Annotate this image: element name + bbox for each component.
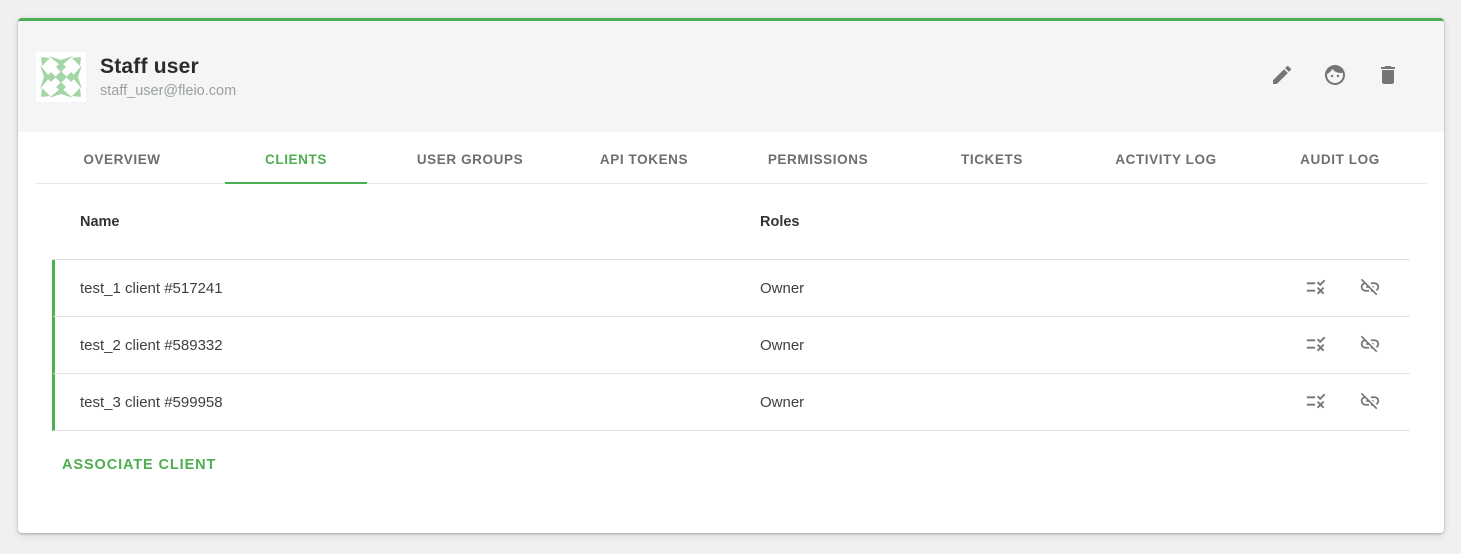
unlink-icon: [1359, 390, 1381, 415]
table-row: test_1 client #517241 Owner: [52, 260, 1410, 317]
identicon-avatar: [36, 52, 86, 102]
pencil-icon: [1270, 63, 1294, 90]
user-name: Staff user: [100, 55, 236, 79]
tab-activity-log[interactable]: ACTIVITY LOG: [1079, 132, 1253, 183]
tab-clients[interactable]: CLIENTS: [209, 132, 383, 183]
edit-user-button[interactable]: [1262, 57, 1302, 97]
unlink-icon: [1359, 276, 1381, 301]
edit-roles-rule-icon: [1305, 276, 1327, 301]
tab-user-groups[interactable]: USER GROUPS: [383, 132, 557, 183]
row-actions: [1304, 390, 1410, 414]
client-name-cell: test_1 client #517241: [80, 280, 760, 297]
row-actions: [1304, 276, 1410, 300]
tab-tickets[interactable]: TICKETS: [905, 132, 1079, 183]
edit-roles-button[interactable]: [1304, 390, 1328, 414]
unassociate-client-button[interactable]: [1358, 390, 1382, 414]
table-row: test_2 client #589332 Owner: [52, 317, 1410, 374]
column-header-roles: Roles: [760, 214, 1410, 230]
row-actions: [1304, 333, 1410, 357]
edit-roles-button[interactable]: [1304, 276, 1328, 300]
client-roles-cell: Owner: [760, 394, 1304, 411]
clients-table-header: Name Roles: [52, 184, 1410, 260]
client-name-cell: test_2 client #589332: [80, 337, 760, 354]
trash-icon: [1376, 63, 1400, 90]
client-name-cell: test_3 client #599958: [80, 394, 760, 411]
tab-bar: OVERVIEW CLIENTS USER GROUPS API TOKENS …: [35, 132, 1427, 184]
unassociate-client-button[interactable]: [1358, 276, 1382, 300]
edit-roles-rule-icon: [1305, 390, 1327, 415]
delete-user-button[interactable]: [1368, 57, 1408, 97]
associate-client-button[interactable]: ASSOCIATE CLIENT: [62, 457, 216, 473]
header-actions: [1262, 57, 1408, 97]
user-header: Staff user staff_user@fleio.com: [18, 21, 1444, 132]
user-info: Staff user staff_user@fleio.com: [100, 55, 236, 99]
table-row: test_3 client #599958 Owner: [52, 374, 1410, 431]
client-roles-cell: Owner: [760, 337, 1304, 354]
edit-roles-rule-icon: [1305, 333, 1327, 358]
client-roles-cell: Owner: [760, 280, 1304, 297]
tab-api-tokens[interactable]: API TOKENS: [557, 132, 731, 183]
face-icon: [1323, 63, 1347, 90]
tab-overview[interactable]: OVERVIEW: [35, 132, 209, 183]
unassociate-client-button[interactable]: [1358, 333, 1382, 357]
user-email: staff_user@fleio.com: [100, 83, 236, 99]
edit-roles-button[interactable]: [1304, 333, 1328, 357]
sign-in-as-user-button[interactable]: [1315, 57, 1355, 97]
unlink-icon: [1359, 333, 1381, 358]
tab-audit-log[interactable]: AUDIT LOG: [1253, 132, 1427, 183]
column-header-name: Name: [80, 214, 760, 230]
tab-permissions[interactable]: PERMISSIONS: [731, 132, 905, 183]
clients-table: Name Roles test_1 client #517241 Owner t…: [52, 184, 1410, 431]
staff-user-card: Staff user staff_user@fleio.com OVERVIEW…: [18, 18, 1444, 533]
